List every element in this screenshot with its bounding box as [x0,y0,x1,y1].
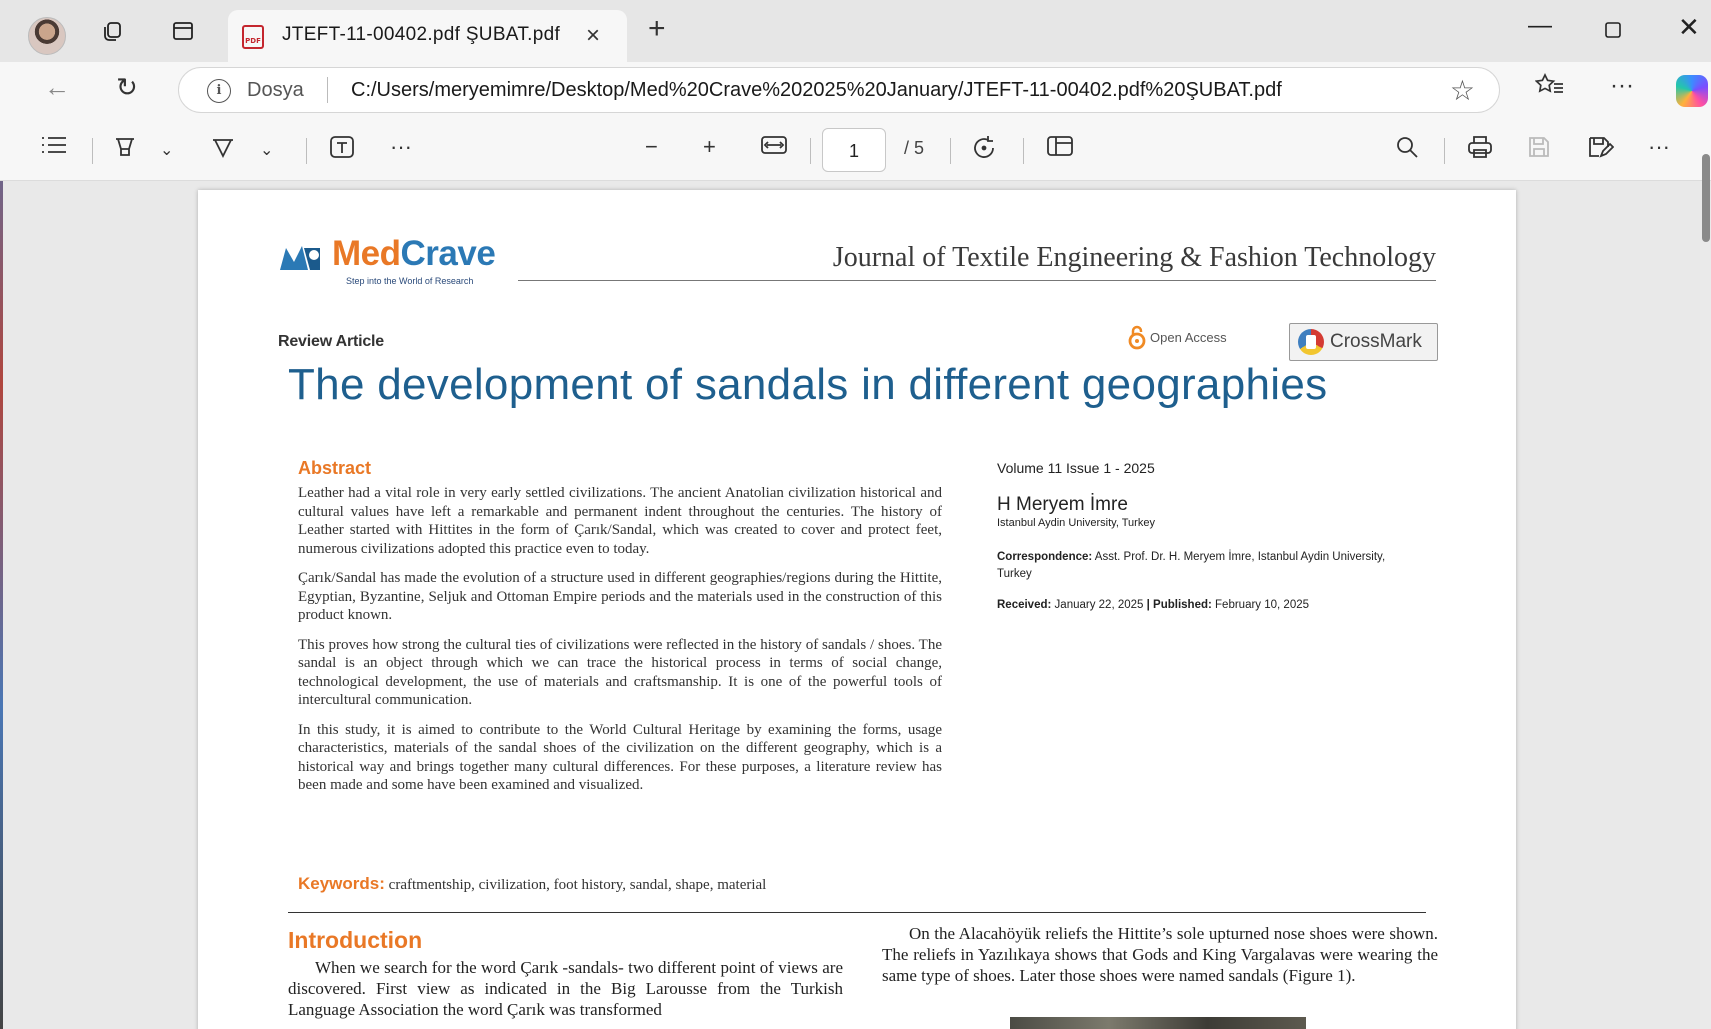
tab-active[interactable]: PDF JTEFT-11-00402.pdf ŞUBAT.pdf × [228,10,627,62]
toolbar-separator [1444,138,1445,164]
volume-issue: Volume 11 Issue 1 - 2025 [997,460,1155,476]
site-label: Dosya [247,79,304,101]
more-tools-icon[interactable]: ··· [390,134,412,160]
add-text-icon[interactable] [328,134,356,166]
received-date: January 22, 2025 [1054,599,1144,611]
tab-title: JTEFT-11-00402.pdf ŞUBAT.pdf [282,24,561,45]
intro-right-column: On the Alacahöyük reliefs the Hittite’s … [882,924,1438,985]
open-access-badge: Open Access [1128,324,1227,350]
abstract-paragraph: This proves how strong the cultural ties… [298,636,942,709]
open-access-label: Open Access [1150,329,1227,345]
save-as-icon[interactable] [1586,134,1615,166]
info-icon[interactable]: i [207,79,231,103]
toolbar-separator [1023,138,1024,164]
date-separator: | [1146,599,1150,611]
pdf-viewer[interactable]: MedCrave Step into the World of Research… [10,181,1700,1029]
page-view-icon[interactable] [1046,134,1074,164]
crossmark-icon [1298,329,1324,355]
crossmark-button[interactable]: CrossMark [1289,323,1438,361]
article-meta: Volume 11 Issue 1 - 2025 H Meryem İmre I… [997,460,1397,611]
save-icon[interactable] [1526,134,1552,166]
pdf-toolbar: ⌄ ⌄ ··· − + 1 / 5 ··· [0,120,1711,181]
favorites-icon[interactable] [1534,72,1565,105]
search-icon[interactable] [1394,134,1420,166]
pdf-file-icon: PDF [242,25,264,49]
navigation-bar: ← ↻ i Dosya C:/Users/meryemimre/Desktop/… [0,62,1711,120]
logo-name: MedCrave [332,234,496,273]
minimize-icon[interactable]: — [1528,12,1552,40]
article-title: The development of sandals in different … [288,360,1328,409]
abstract-paragraph: In this study, it is aimed to contribute… [298,721,942,794]
abstract-paragraph: Çarık/Sandal has made the evolution of a… [298,570,942,623]
header-rule [518,280,1436,281]
address-separator [327,77,328,103]
more-options-icon[interactable]: ··· [1648,134,1670,160]
section-rule [288,912,1426,913]
abstract-paragraph: Leather had a vital role in very early s… [298,485,942,557]
toolbar-separator [92,138,93,164]
toolbar-separator [950,138,951,164]
open-access-icon [1128,325,1146,350]
scrollbar-thumb[interactable] [1702,154,1710,242]
page-total: / 5 [904,138,925,158]
toolbar-separator [306,138,307,164]
article-dates: Received: January 22, 2025 | Published: … [997,599,1397,611]
rotate-icon[interactable] [970,134,998,168]
print-icon[interactable] [1466,134,1494,166]
address-bar[interactable]: i Dosya C:/Users/meryemimre/Desktop/Med%… [178,67,1500,113]
keywords-label: Keywords: [298,874,385,893]
refresh-icon[interactable]: ↻ [116,72,138,103]
workspaces-icon[interactable] [96,14,130,48]
pdf-page: MedCrave Step into the World of Research… [198,190,1516,1029]
maximize-icon[interactable] [1604,18,1622,46]
fit-width-icon[interactable] [760,134,788,162]
abstract-body: Leather had a vital role in very early s… [298,484,942,806]
keywords-text: craftmentship, civilization, foot histor… [388,877,767,893]
profile-avatar[interactable] [28,17,66,55]
chevron-down-icon[interactable]: ⌄ [160,140,173,160]
favorite-star-icon[interactable]: ☆ [1450,74,1475,107]
introduction-heading: Introduction [288,927,423,953]
journal-title: Journal of Textile Engineering & Fashion… [832,242,1436,273]
close-window-icon[interactable]: ✕ [1678,12,1700,43]
received-label: Received: [997,599,1052,611]
published-date: February 10, 2025 [1215,599,1310,611]
crossmark-label: CrossMark [1330,331,1422,352]
url-text[interactable]: C:/Users/meryemimre/Desktop/Med%20Crave%… [351,79,1282,102]
correspondence: Correspondence: Asst. Prof. Dr. H. Merye… [997,549,1397,583]
vertical-scrollbar[interactable] [1700,181,1711,1029]
close-tab-icon[interactable]: × [586,22,600,50]
page-number-input[interactable]: 1 [822,128,886,172]
copilot-icon[interactable] [1676,75,1708,107]
author-affiliation: Istanbul Aydin University, Turkey [997,517,1155,529]
medcrave-logo: MedCrave Step into the World of Research [278,234,528,286]
medcrave-logo-icon [280,246,320,270]
toolbar-separator [810,138,811,164]
desktop-edge [0,62,3,1029]
back-icon[interactable]: ← [44,72,70,103]
vertical-tabs-icon[interactable] [166,14,200,48]
tab-strip: PDF JTEFT-11-00402.pdf ŞUBAT.pdf × + — ✕ [0,0,1711,62]
correspondence-label: Correspondence: [997,551,1093,563]
abstract-heading: Abstract [298,458,372,478]
article-type: Review Article [278,333,384,350]
more-menu-icon[interactable]: ··· [1610,72,1634,100]
author-name: H Meryem İmre [997,494,1128,515]
draw-icon[interactable] [210,134,236,166]
zoom-out-icon[interactable]: − [645,134,658,160]
contents-icon[interactable] [40,134,68,162]
intro-left-column: When we search for the word Çarık -sanda… [288,958,843,1019]
new-tab-button[interactable]: + [648,12,666,46]
logo-tagline: Step into the World of Research [346,276,474,286]
highlight-icon[interactable] [112,134,138,166]
published-label: Published: [1153,599,1212,611]
chevron-down-icon[interactable]: ⌄ [260,140,273,160]
zoom-in-icon[interactable]: + [703,134,716,160]
keywords-line: Keywords: craftmentship, civilization, f… [298,874,766,894]
browser-window: PDF JTEFT-11-00402.pdf ŞUBAT.pdf × + — ✕… [0,0,1711,1029]
figure-1-image [1010,1017,1306,1029]
